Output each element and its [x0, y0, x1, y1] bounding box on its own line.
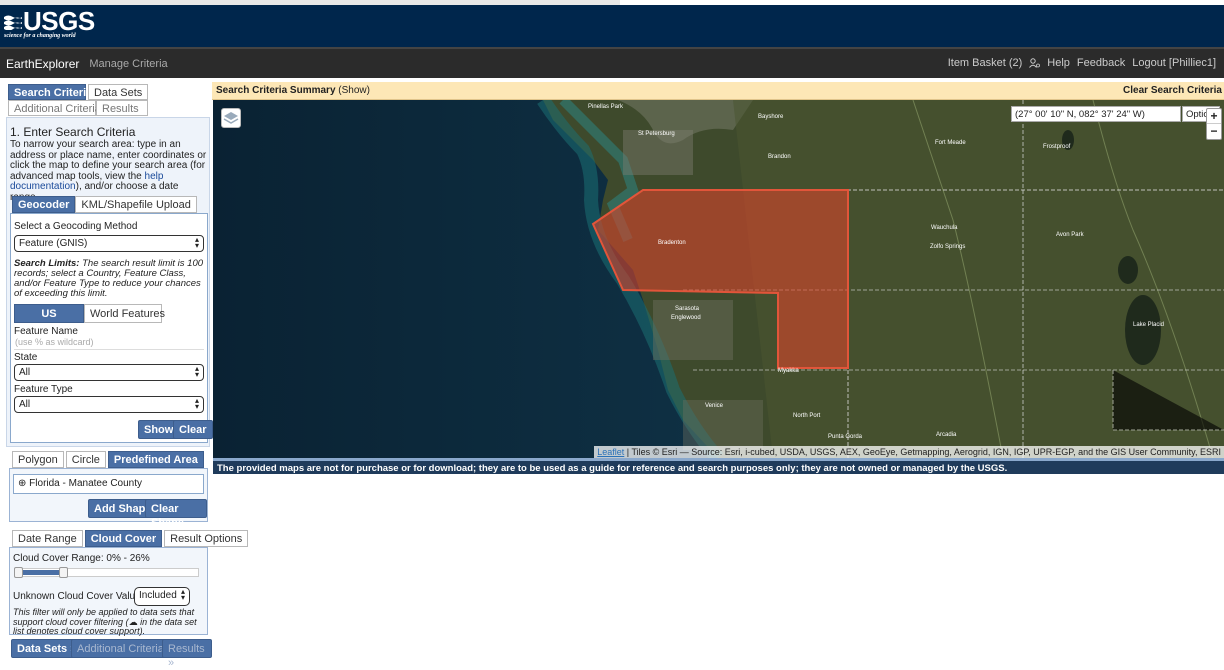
us-features-button[interactable]: US Features [14, 304, 84, 334]
tab-results[interactable]: Results [96, 100, 148, 116]
state-label: State [14, 352, 38, 363]
map-place-label: Avon Park [1056, 232, 1084, 238]
tab-cloud-cover[interactable]: Cloud Cover [84, 530, 163, 547]
nav-earthexplorer[interactable]: EarthExplorer [6, 57, 79, 71]
map-place-label: Bayshore [758, 114, 784, 120]
tab-geocoder[interactable]: Geocoder [12, 196, 76, 213]
feature-type-label: Feature Type [14, 384, 73, 395]
map-place-label: Myakka [778, 368, 799, 374]
zoom-out-button[interactable]: − [1207, 124, 1221, 139]
map-place-label: Wauchula [931, 225, 958, 231]
tab-result-options[interactable]: Result Options [164, 530, 249, 547]
nav-feedback[interactable]: Feedback [1077, 57, 1125, 69]
feature-name-label: Feature Name [14, 326, 78, 337]
tab-polygon[interactable]: Polygon [12, 451, 64, 468]
nav-logout[interactable]: Logout [Philliec1] [1132, 57, 1216, 69]
map-place-label: St Petersburg [638, 131, 675, 137]
cloud-cover-box: Cloud Cover Range: 0% - 26% Unknown Clou… [9, 547, 208, 636]
usgs-logo[interactable]: USGS science for a changing world [4, 8, 95, 39]
clear-button[interactable]: Clear [173, 420, 213, 439]
layers-icon [223, 112, 239, 124]
geocoder-box: Select a Geocoding Method Feature (GNIS)… [10, 213, 213, 443]
geocoding-method-select[interactable]: Feature (GNIS) ▴ ▾ [14, 235, 204, 252]
map-place-label: Bradenton [658, 240, 686, 246]
map-place-label: Brandon [768, 154, 791, 160]
world-features-button[interactable]: World Features [84, 304, 165, 323]
feature-name-input[interactable]: (use % as wildcard) [14, 337, 204, 350]
map[interactable]: Pinellas Park St Petersburg Bayshore Bra… [213, 100, 1224, 458]
tab-additional-criteria[interactable]: Additional Criteria [8, 100, 101, 116]
predefined-area-item[interactable]: ⊕ Florida - Manatee County [13, 474, 204, 494]
unknown-cloud-select[interactable]: Included ▴ ▾ [134, 587, 190, 606]
unknown-cloud-label: Unknown Cloud Cover Values [13, 591, 146, 602]
map-place-label: North Port [793, 413, 821, 419]
cloud-range-slider[interactable] [14, 567, 199, 578]
tab-date-range[interactable]: Date Range [12, 530, 83, 547]
nav-manage-criteria[interactable]: Manage Criteria [89, 58, 167, 70]
map-attribution: Leaflet | Tiles © Esri — Source: Esri, i… [594, 446, 1224, 458]
globe-icon: ⊕ [18, 478, 27, 489]
map-place-label: Punta Gorda [828, 434, 863, 440]
select-arrows-icon: ▴ ▾ [180, 587, 185, 602]
map-place-label: Pinellas Park [588, 104, 624, 110]
state-select[interactable]: All ▴ ▾ [14, 364, 204, 381]
clear-search-criteria-link[interactable]: Clear Search Criteria [1123, 85, 1222, 96]
nav-bar: EarthExplorer Manage Criteria Item Baske… [0, 47, 1224, 78]
map-place-label: Arcadia [936, 432, 957, 438]
zoom-control: + − [1206, 108, 1222, 140]
logo-word: USGS [23, 6, 95, 36]
nav-help[interactable]: Help [1047, 57, 1070, 69]
map-place-label: Sarasota [675, 306, 700, 312]
method-label: Select a Geocoding Method [14, 221, 138, 232]
summary-title: Search Criteria Summary [216, 85, 336, 96]
map-place-label: Englewood [671, 315, 701, 321]
search-limits-note: Search Limits: The search result limit i… [14, 258, 204, 299]
layers-button[interactable] [221, 108, 241, 128]
tab-predefined-area[interactable]: Predefined Area [107, 451, 204, 468]
cloud-icon: ☁ [128, 616, 138, 627]
cloud-range-label: Cloud Cover Range: 0% - 26% [13, 553, 150, 564]
clear-shape-button[interactable]: Clear Shape [145, 499, 207, 529]
map-place-label: Zolfo Springs [930, 244, 966, 250]
map-place-label: Venice [705, 403, 724, 409]
user-settings-icon[interactable] [1029, 58, 1041, 68]
search-criteria-box: 1. Enter Search Criteria To narrow your … [6, 117, 213, 447]
select-arrows-icon: ▴ ▾ [194, 364, 199, 379]
summary-show-link[interactable]: (Show) [338, 85, 370, 96]
nav-item-basket[interactable]: Item Basket (2) [948, 57, 1023, 69]
feature-type-select[interactable]: All ▴ ▾ [14, 396, 204, 413]
cloud-filter-note: This filter will only be applied to data… [13, 607, 197, 636]
map-place-label: Frostproof [1043, 144, 1071, 150]
criteria-heading: 1. Enter Search Criteria [10, 125, 136, 139]
slider-handle-min[interactable] [14, 567, 23, 578]
map-place-label: Fort Meade [935, 140, 966, 146]
criteria-summary-bar: Search Criteria Summary (Show) Clear Sea… [212, 82, 1224, 100]
map-disclaimer: The provided maps are not for purchase o… [213, 458, 1224, 474]
left-panel: Search Criteria Data Sets Additional Cri… [0, 82, 249, 669]
leaflet-link[interactable]: Leaflet [597, 447, 624, 457]
usgs-banner: USGS science for a changing world [0, 5, 1224, 47]
tab-search-criteria[interactable]: Search Criteria [8, 84, 92, 100]
select-arrows-icon: ▴ ▾ [194, 235, 199, 250]
results-next-button[interactable]: Results » [162, 639, 212, 669]
usgs-wave-icon [4, 15, 22, 30]
criteria-intro: To narrow your search area: type in an a… [10, 139, 207, 202]
slider-handle-max[interactable] [58, 567, 68, 578]
zoom-in-button[interactable]: + [1207, 109, 1221, 124]
select-arrows-icon: ▴ ▾ [194, 396, 199, 411]
tab-kml-upload[interactable]: KML/Shapefile Upload [75, 196, 197, 213]
area-box: ⊕ Florida - Manatee County Add Shape Cle… [9, 468, 208, 529]
tab-circle[interactable]: Circle [65, 451, 106, 468]
tab-data-sets[interactable]: Data Sets [88, 84, 149, 100]
map-place-label: Lake Placid [1133, 322, 1165, 328]
coordinate-readout: (27° 00' 10" N, 082° 37' 24" W) [1011, 106, 1181, 122]
